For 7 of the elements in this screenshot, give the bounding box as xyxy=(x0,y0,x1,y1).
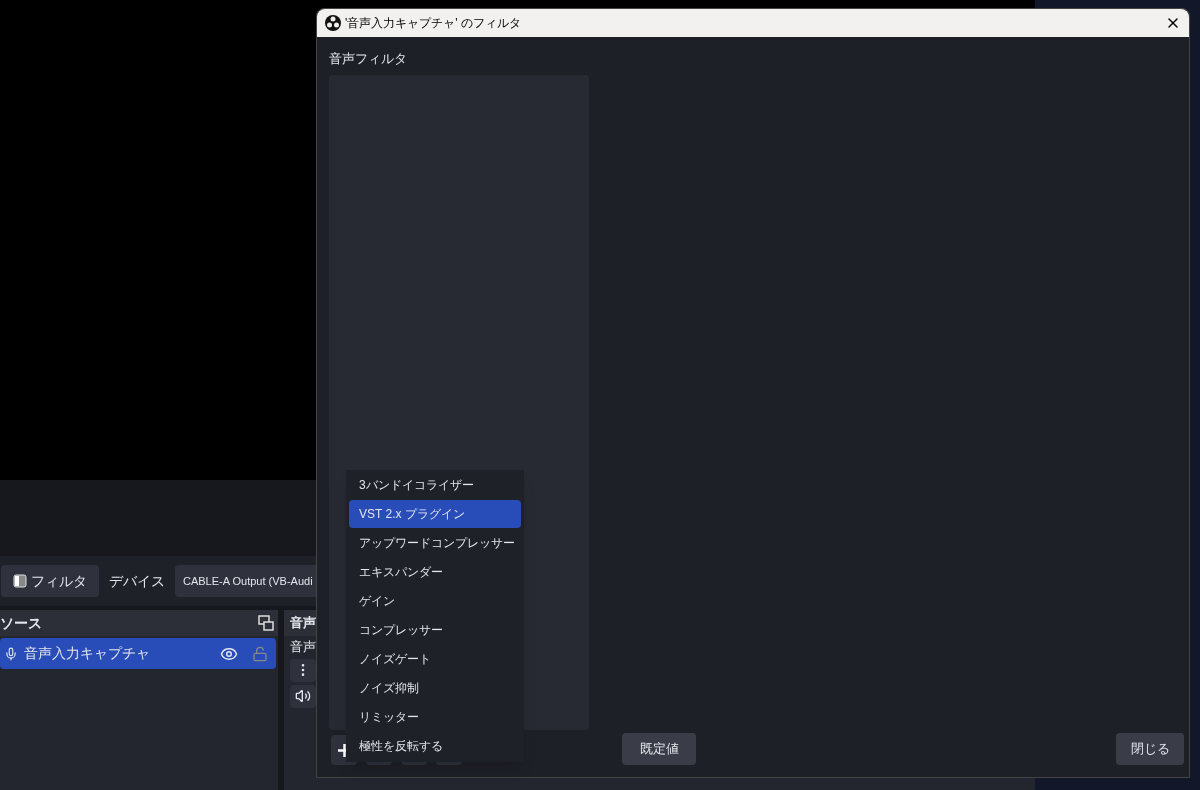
panel-title: ソース xyxy=(0,613,42,633)
panel-title: 音声 xyxy=(290,614,316,633)
channel-name: 音声 xyxy=(289,638,317,656)
device-label: デバイス xyxy=(109,571,165,591)
section-label: 音声フィルタ xyxy=(329,50,408,68)
source-name: 音声入力キャプチャ xyxy=(24,644,151,663)
window-title: '音声入力キャプチャ' のフィルタ xyxy=(345,15,522,32)
